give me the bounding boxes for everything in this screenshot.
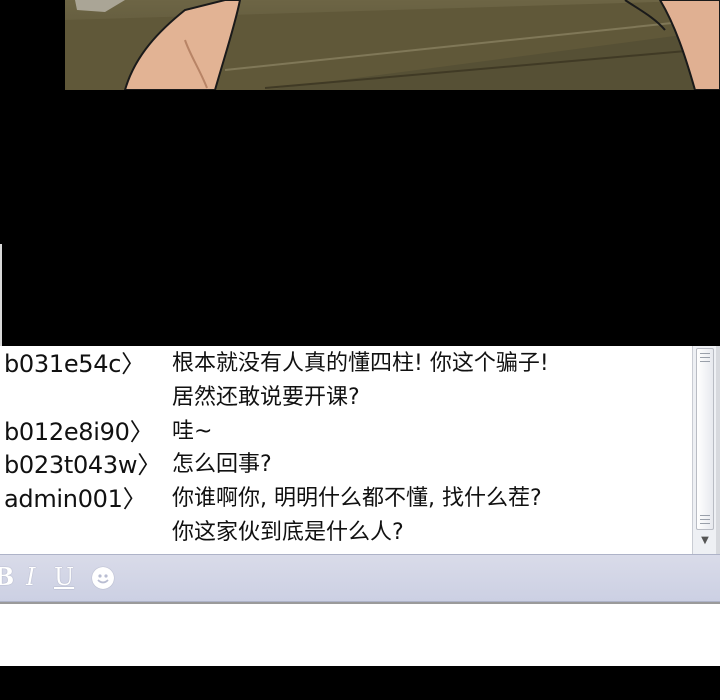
message-sender: b012e8i90〉 — [4, 418, 154, 446]
thumb-grip — [700, 515, 710, 516]
message-sender: b031e54c〉 — [4, 350, 145, 378]
message-input[interactable] — [0, 602, 720, 668]
message-text: 居然还敢说要开课? — [172, 385, 360, 410]
thumb-grip — [700, 353, 710, 354]
comic-panel-image — [65, 0, 720, 90]
scroll-down-arrow-icon[interactable]: ▼ — [696, 532, 714, 550]
chat-scrollbar[interactable]: ▼ — [692, 346, 717, 554]
chat-message: admin001〉 你谁啊你, 明明什么都不懂, 找什么茬? — [0, 482, 692, 516]
message-text: 怎么回事? — [172, 452, 272, 477]
window-edge — [716, 346, 720, 554]
bold-button[interactable]: B — [0, 561, 14, 593]
chat-message: b031e54c〉 根本就没有人真的懂四柱! 你这个骗子! — [0, 347, 692, 381]
format-toolbar: B I U — [0, 554, 720, 602]
chat-window: b031e54c〉 根本就没有人真的懂四柱! 你这个骗子! 居然还敢说要开课? … — [0, 346, 720, 668]
thumb-grip — [700, 361, 710, 362]
message-sender: b023t043w〉 — [4, 451, 161, 479]
panel-edge-sliver — [0, 244, 2, 346]
message-text: 根本就没有人真的懂四柱! 你这个骗子! — [172, 351, 549, 376]
chat-message: b012e8i90〉 哇~ — [0, 415, 692, 449]
thumb-grip — [700, 523, 710, 524]
scrollbar-thumb[interactable] — [696, 348, 714, 530]
smiley-icon[interactable] — [92, 567, 114, 589]
thumb-grip — [700, 519, 710, 520]
message-text: 哇~ — [172, 419, 213, 444]
chat-message: b023t043w〉 怎么回事? — [0, 448, 692, 482]
message-text: 你这家伙到底是什么人? — [172, 520, 404, 545]
chat-message-continuation: 你这家伙到底是什么人? — [0, 516, 692, 550]
black-gap-bottom — [0, 666, 720, 700]
italic-button[interactable]: I — [26, 561, 35, 593]
underline-button[interactable]: U — [54, 561, 74, 593]
thumb-grip — [700, 357, 710, 358]
message-text: 你谁啊你, 明明什么都不懂, 找什么茬? — [172, 486, 542, 511]
chat-message-continuation: 居然还敢说要开课? — [0, 381, 692, 415]
message-sender: admin001〉 — [4, 485, 147, 513]
chat-log: b031e54c〉 根本就没有人真的懂四柱! 你这个骗子! 居然还敢说要开课? … — [0, 346, 692, 554]
black-gap — [0, 90, 720, 346]
